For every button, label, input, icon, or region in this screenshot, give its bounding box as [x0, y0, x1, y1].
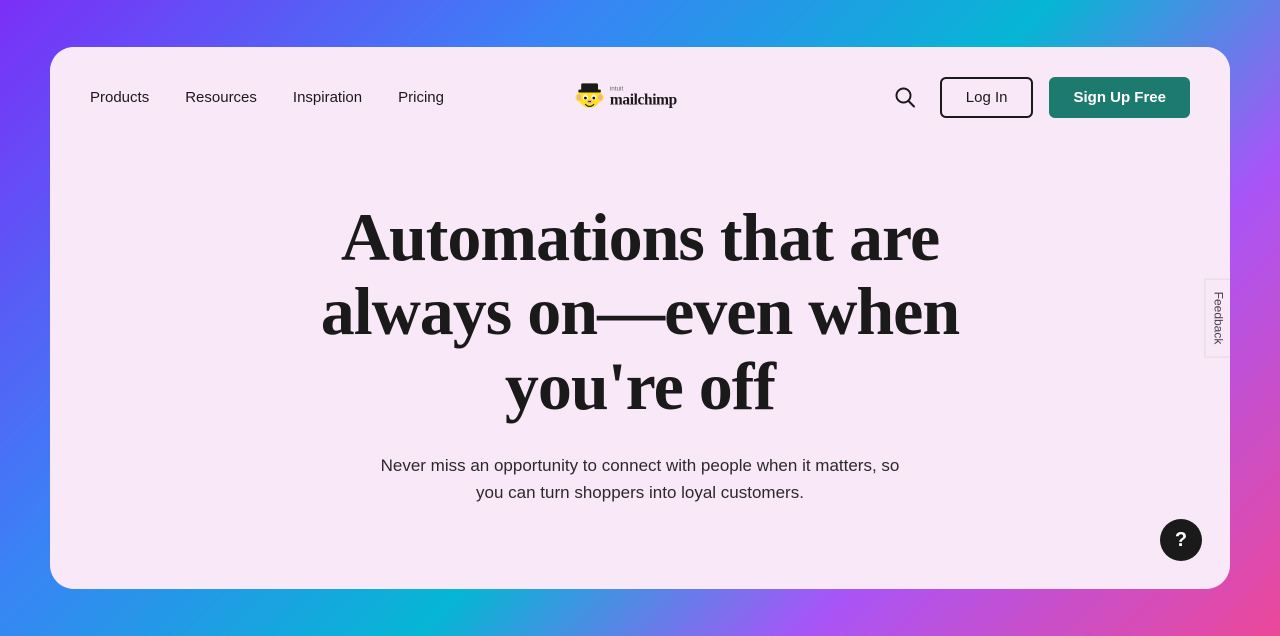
hero-section: Automations that are always on—even when… [50, 147, 1230, 589]
nav-item-inspiration[interactable]: Inspiration [293, 89, 362, 106]
search-button[interactable] [886, 78, 924, 116]
logo-container[interactable]: intuit mailchimp [570, 77, 710, 117]
nav-item-products[interactable]: Products [90, 89, 149, 106]
hero-subtitle: Never miss an opportunity to connect wit… [370, 452, 910, 506]
svg-text:mailchimp: mailchimp [610, 91, 677, 108]
feedback-tab[interactable]: Feedback [1205, 279, 1230, 358]
navbar: Products Resources Inspiration Pricing [50, 47, 1230, 147]
hero-title: Automations that are always on—even when… [290, 200, 990, 424]
help-button[interactable]: ? [1160, 519, 1202, 561]
nav-item-resources[interactable]: Resources [185, 89, 257, 106]
main-card: Products Resources Inspiration Pricing [50, 47, 1230, 589]
mailchimp-logo: intuit mailchimp [570, 77, 710, 117]
nav-right: Log In Sign Up Free [886, 77, 1190, 118]
signup-button[interactable]: Sign Up Free [1049, 77, 1190, 118]
login-button[interactable]: Log In [940, 77, 1034, 118]
search-icon [894, 86, 916, 108]
nav-item-pricing[interactable]: Pricing [398, 89, 444, 106]
nav-left: Products Resources Inspiration Pricing [90, 89, 444, 106]
